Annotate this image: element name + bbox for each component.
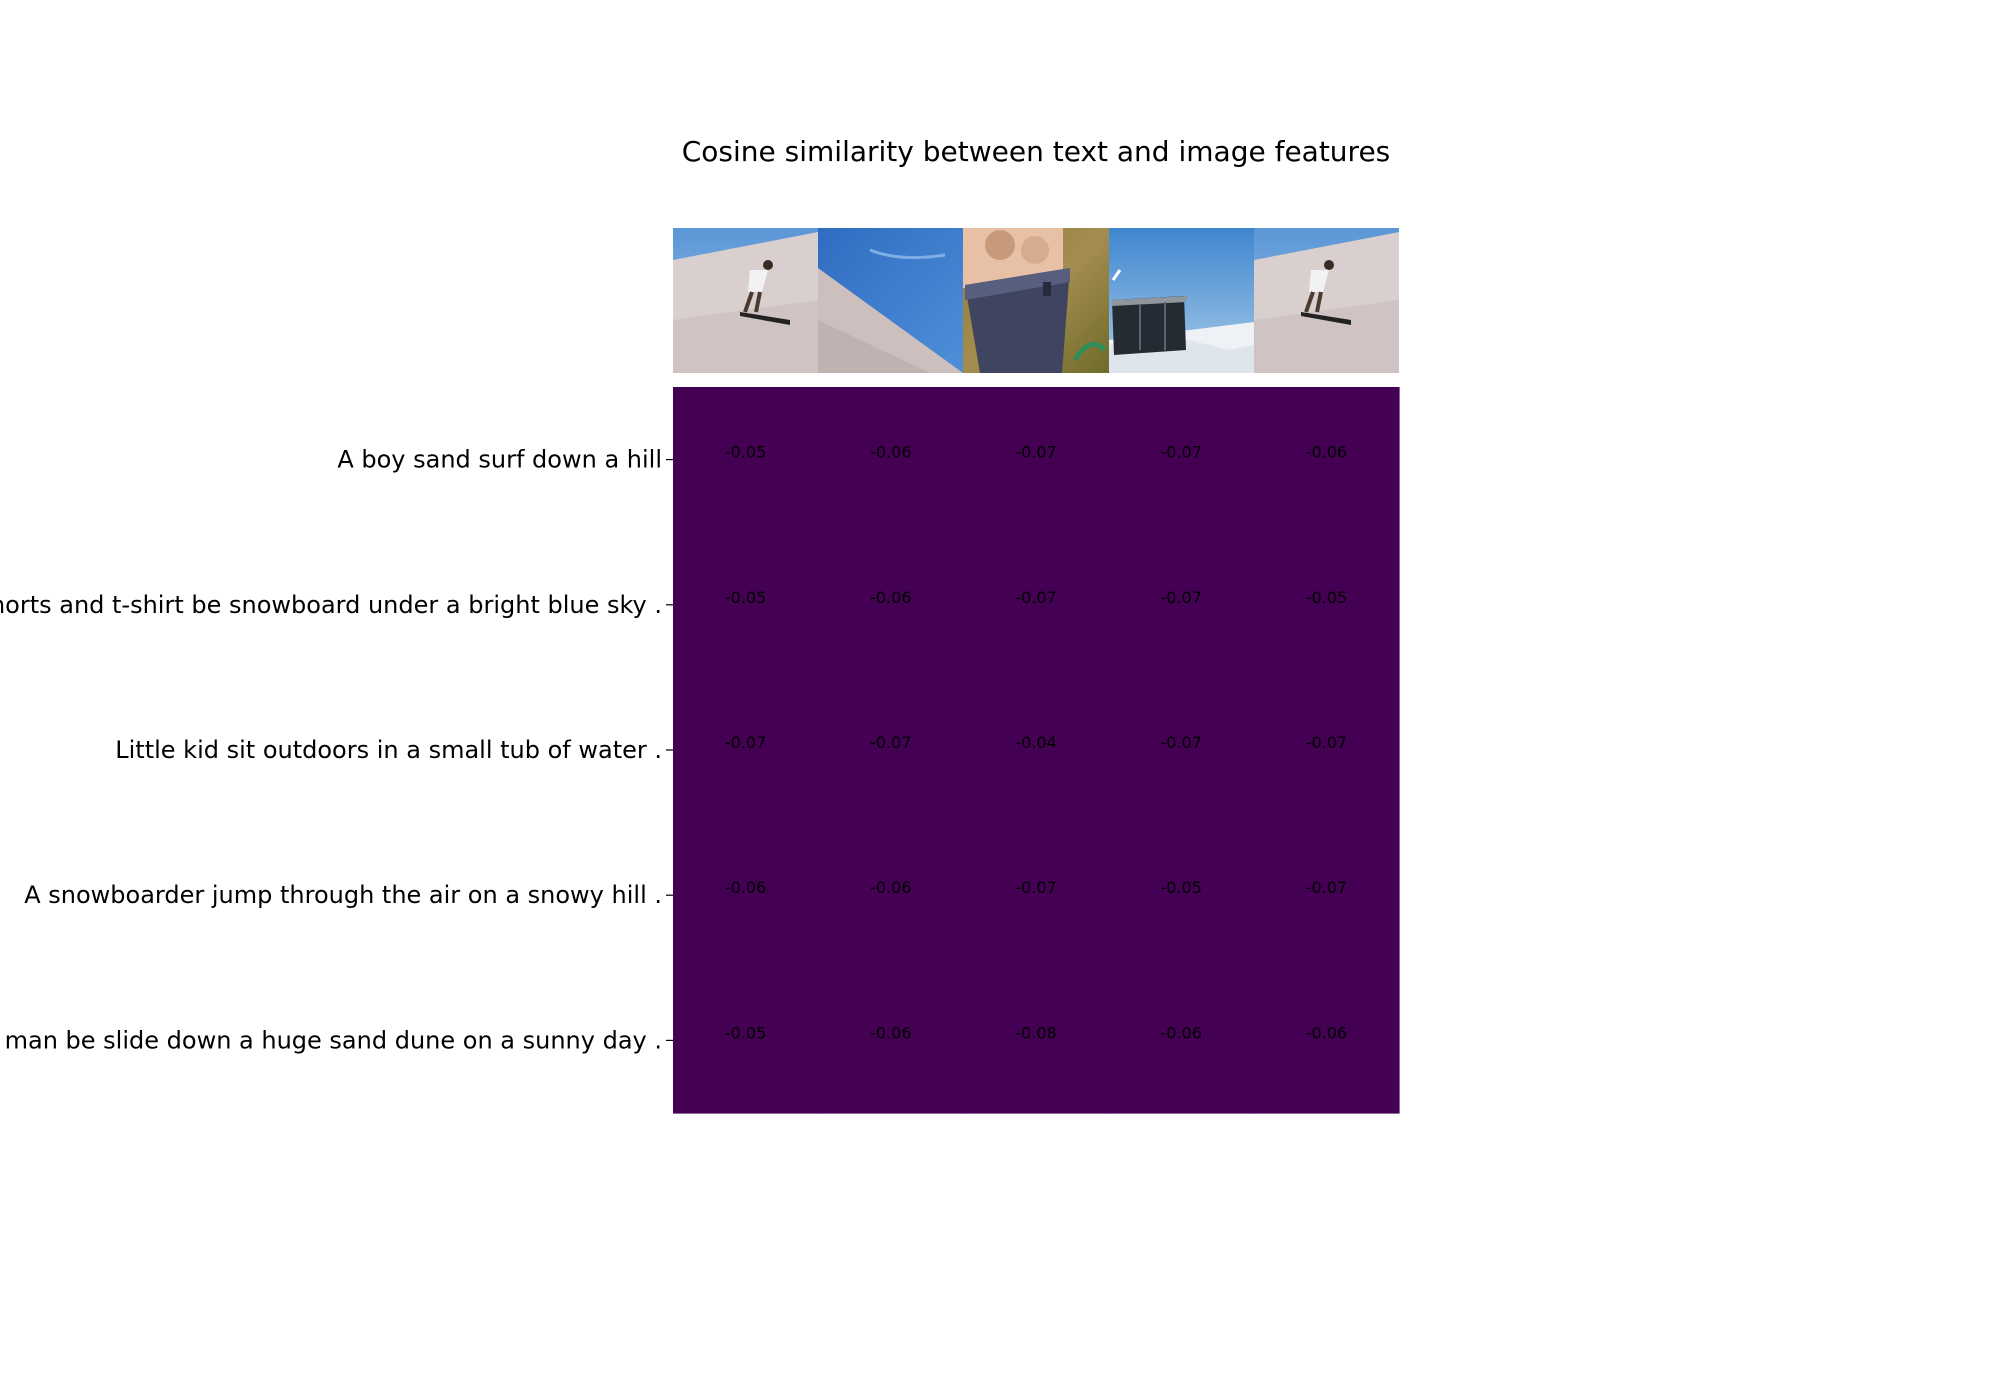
row-label: Little kid sit outdoors in a small tub o… — [115, 736, 662, 764]
cell-value-label: -0.08 — [1015, 1023, 1056, 1042]
cell-value-label: -0.06 — [870, 443, 911, 462]
row-label: A man in shorts and t-shirt be snowboard… — [0, 591, 662, 619]
row-labels: A boy sand surf down a hill A man in shor… — [0, 446, 673, 1054]
cell-value-label: -0.07 — [1306, 878, 1347, 897]
cell-value-label: -0.07 — [870, 733, 911, 752]
row-label: A man be slide down a huge sand dune on … — [0, 1026, 662, 1054]
cell-value-label: -0.06 — [1160, 1023, 1201, 1042]
cell-value-label: -0.07 — [725, 733, 766, 752]
cell-value-label: -0.06 — [870, 588, 911, 607]
boy-sand-surfing-thumbnail — [673, 228, 818, 373]
cell-value-label: -0.05 — [725, 588, 766, 607]
cell-value-label: -0.06 — [1306, 1023, 1347, 1042]
cell-value-label: -0.05 — [1306, 588, 1347, 607]
cell-value-label: -0.04 — [1015, 733, 1056, 752]
cell-value-label: -0.07 — [1015, 443, 1056, 462]
child-in-tub-thumbnail — [963, 228, 1109, 373]
heatmap-grid: -0.05 -0.06 -0.07 -0.07 -0.06 -0.05 -0.06 -0.07… — [673, 387, 1400, 1114]
cell-value-label: -0.06 — [870, 878, 911, 897]
cell-value-label: -0.07 — [1306, 733, 1347, 752]
chart-title: Cosine similarity between text and image… — [682, 135, 1391, 168]
cell-value-label: -0.07 — [1160, 443, 1201, 462]
cell-value-label: -0.07 — [1160, 588, 1201, 607]
cell-value-label: -0.06 — [870, 1023, 911, 1042]
column-image-strip — [673, 228, 1399, 373]
snowboarder-over-snow-thumbnail — [1109, 228, 1254, 373]
cell-value-label: -0.05 — [725, 1023, 766, 1042]
similarity-figure: Cosine similarity between text and image… — [0, 135, 1400, 1114]
cell-value-label: -0.06 — [725, 878, 766, 897]
cell-value-label: -0.07 — [1015, 588, 1056, 607]
cell-value-label: -0.07 — [1160, 733, 1201, 752]
sand-dune-and-blue-sky-thumbnail — [818, 228, 963, 373]
cell-value-label: -0.05 — [1160, 878, 1201, 897]
row-label: A boy sand surf down a hill — [337, 446, 662, 474]
cell-value-label: -0.05 — [725, 443, 766, 462]
cell-value-label: -0.07 — [1015, 878, 1056, 897]
cell-value-label: -0.06 — [1306, 443, 1347, 462]
boy-sand-surfing-thumbnail — [1254, 228, 1399, 373]
row-label: A snowboarder jump through the air on a … — [24, 881, 662, 909]
